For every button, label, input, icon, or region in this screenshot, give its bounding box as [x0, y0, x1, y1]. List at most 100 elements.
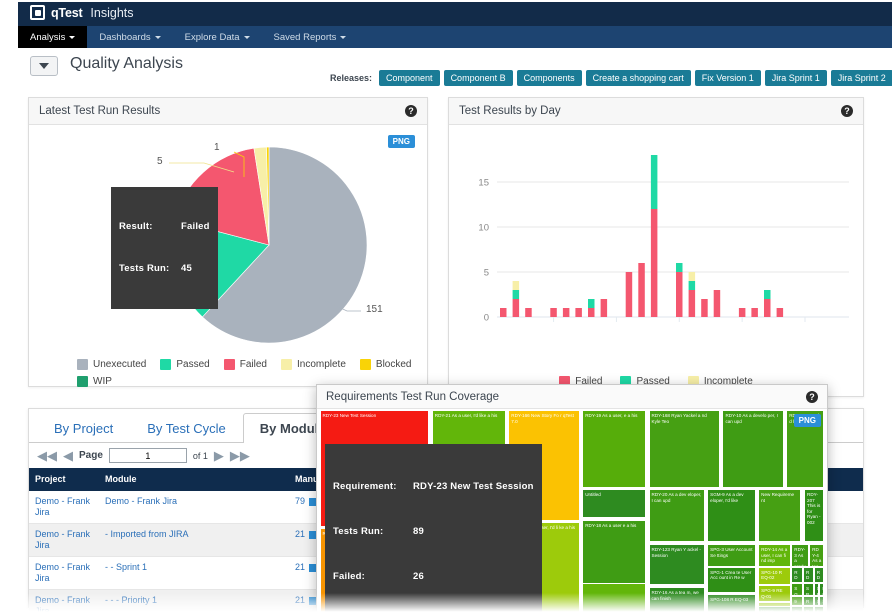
- help-icon[interactable]: ?: [806, 390, 818, 403]
- pie-legend-item-passed[interactable]: Passed: [160, 359, 210, 370]
- release-chip[interactable]: Components: [516, 70, 582, 86]
- bar-segment-failed[interactable]: [688, 290, 696, 317]
- bar-segment-incomplete[interactable]: [512, 281, 520, 290]
- help-icon[interactable]: ?: [841, 105, 853, 117]
- bar-segment-failed[interactable]: [500, 308, 507, 317]
- treemap-cell-label: SPG-10 R EQ-02: [761, 569, 783, 581]
- treemap-cell[interactable]: RDY-16 As a tea m, we can finish: [648, 587, 705, 614]
- treemap-cell[interactable]: Home: [758, 605, 792, 614]
- bar-segment-failed[interactable]: [512, 299, 520, 317]
- treemap-cell[interactable]: RDY -2 A: [819, 583, 825, 596]
- treemap-cell[interactable]: SPG-9 RE Q-01: [758, 585, 792, 602]
- treemap-cell[interactable]: RDY-19 As a user, e a his: [582, 410, 646, 488]
- bar-segment-failed[interactable]: [588, 308, 595, 317]
- treemap-cell[interactable]: RDY-168 Ryan Yackel a nd Kyle Teo: [648, 410, 720, 488]
- treemap-cell[interactable]: SPG-3 User Account Se ttings: [707, 544, 756, 567]
- bar-segment-passed[interactable]: [688, 281, 696, 290]
- release-chip[interactable]: Component B: [443, 70, 513, 86]
- release-chip[interactable]: Jira Sprint 1: [764, 70, 827, 86]
- treemap-cell[interactable]: RDY-10 As a develo per, I can upd: [722, 410, 784, 488]
- bar-segment-passed[interactable]: [650, 155, 658, 209]
- table-column-header[interactable]: Module: [99, 468, 289, 491]
- treemap-cell[interactable]: SPG-1 Crea te User Acc ount in Re w: [707, 566, 756, 594]
- bar-segment-failed[interactable]: [575, 308, 582, 317]
- bar-segment-failed[interactable]: [676, 272, 683, 317]
- treemap-cell[interactable]: Untitled: [582, 488, 646, 518]
- help-icon[interactable]: ?: [405, 105, 417, 117]
- treemap-cell[interactable]: SGM-9 As a dev eloper, I'd like: [707, 488, 756, 543]
- pie-legend-item-failed[interactable]: Failed: [223, 359, 267, 370]
- release-chip[interactable]: Fix Version 1: [694, 70, 761, 86]
- bar-segment-failed[interactable]: [650, 209, 658, 317]
- bar-segment-failed[interactable]: [701, 299, 708, 317]
- treemap-cell[interactable]: RDY-91 New Tes: [813, 566, 825, 584]
- bar-segment-failed[interactable]: [550, 308, 557, 317]
- previous-page-icon[interactable]: ◀: [63, 449, 73, 462]
- treemap-cell[interactable]: RDY-207 This is for Ryan - 002: [804, 488, 825, 543]
- treemap-cell[interactable]: RDY-11 2 New: [791, 566, 804, 584]
- treemap-cell[interactable]: RDY-14 As a user, I can fi nd imp: [758, 544, 792, 567]
- treemap-cell[interactable]: Story 1: [791, 605, 804, 614]
- release-chip[interactable]: Jira Sprint 2: [830, 70, 892, 86]
- bar-segment-passed[interactable]: [588, 299, 595, 308]
- menu-item-dashboards[interactable]: Dashboards: [87, 26, 172, 48]
- treemap-cell[interactable]: 9 New: [791, 595, 804, 606]
- bar-segment-failed[interactable]: [713, 290, 721, 317]
- bar-segment-failed[interactable]: [625, 272, 633, 317]
- tab-by-test-cycle[interactable]: By Test Cycle: [130, 413, 243, 443]
- bar-segment-incomplete[interactable]: [688, 272, 696, 281]
- menu-item-saved-reports[interactable]: Saved Reports: [262, 26, 359, 48]
- treemap-cell[interactable]: REQ-2 d user: [803, 605, 814, 614]
- menu-item-analysis[interactable]: Analysis: [18, 26, 88, 48]
- pie-legend-item-wip[interactable]: WIP: [77, 376, 112, 387]
- last-page-icon[interactable]: ▶▶: [230, 449, 250, 462]
- legend-swatch: [77, 359, 88, 370]
- menu-item-explore-data[interactable]: Explore Data: [173, 26, 262, 48]
- treemap-cell[interactable]: SPG-108 R EQ-03: [707, 593, 756, 614]
- bar-segment-passed[interactable]: [764, 290, 771, 299]
- treemap-cell[interactable]: SPG ...: [813, 605, 825, 614]
- page-number-input[interactable]: [108, 448, 187, 463]
- release-chip[interactable]: Component: [379, 70, 440, 86]
- treemap-cell[interactable]: RDY-1 As an: [803, 595, 814, 606]
- pie-legend-item-incomplete[interactable]: Incomplete: [280, 359, 346, 370]
- bar-segment-passed[interactable]: [676, 263, 683, 272]
- treemap-cell[interactable]: RDY-20 As a dev eloper, I can upd: [648, 488, 705, 543]
- bar-segment-failed[interactable]: [764, 299, 771, 317]
- legend-label: Blocked: [375, 359, 412, 370]
- treemap-cell[interactable]: RDY-123 Ryan Y ackel - Session: [648, 544, 705, 586]
- treemap-cell[interactable]: RDY-4 As a team, I'd li ke to wit: [809, 544, 825, 567]
- treemap-cell[interactable]: SP An: [819, 595, 825, 606]
- bar-segment-failed[interactable]: [751, 308, 758, 317]
- next-page-icon[interactable]: ▶: [214, 449, 224, 462]
- bar-segment-failed[interactable]: [776, 308, 784, 317]
- treemap-cell[interactable]: New Requireme nt: [758, 488, 802, 543]
- left-edge-mask: [0, 0, 18, 615]
- first-page-icon[interactable]: ◀◀: [37, 449, 57, 462]
- treemap-cell[interactable]: [582, 583, 646, 614]
- tab-by-project[interactable]: By Project: [37, 413, 130, 443]
- pie-legend-item-unexecuted[interactable]: Unexecuted: [77, 359, 146, 370]
- table-column-header[interactable]: Project: [29, 468, 99, 491]
- bar-segment-failed[interactable]: [525, 308, 532, 317]
- pie-legend-item-blocked[interactable]: Blocked: [359, 359, 412, 370]
- release-chip[interactable]: Create a shopping cart: [585, 70, 691, 86]
- bar-segment-failed[interactable]: [738, 308, 746, 317]
- treemap-cell[interactable]: SPG-10 R EQ-02: [758, 566, 792, 586]
- brand: qTest Insights: [18, 2, 892, 20]
- png-export-button[interactable]: PNG: [793, 414, 821, 427]
- treemap-cell[interactable]: SPG-1 1 REQ: [803, 583, 814, 596]
- bar-segment-failed[interactable]: [562, 308, 570, 317]
- treemap-cell[interactable]: RDY-11 1 Thi f: [803, 566, 814, 584]
- bar-segment-failed[interactable]: [638, 263, 645, 317]
- treemap-cell[interactable]: RDY-3 As a product ow nec, I'd li: [791, 544, 810, 567]
- filter-button[interactable]: [30, 56, 58, 76]
- treemap-cell-label: SP...: [815, 597, 819, 605]
- bar-panel-body: 0 5 10 15 Failed Passed Incomplete: [449, 125, 863, 387]
- treemap-cell[interactable]: SGPA- 23 As: [791, 583, 804, 596]
- legend-label: Passed: [176, 359, 210, 370]
- bar-segment-failed[interactable]: [600, 299, 608, 317]
- bar-segment-passed[interactable]: [512, 290, 520, 299]
- treemap-cell-label: SP An: [820, 597, 823, 605]
- menu-item-label: Saved Reports: [273, 31, 337, 43]
